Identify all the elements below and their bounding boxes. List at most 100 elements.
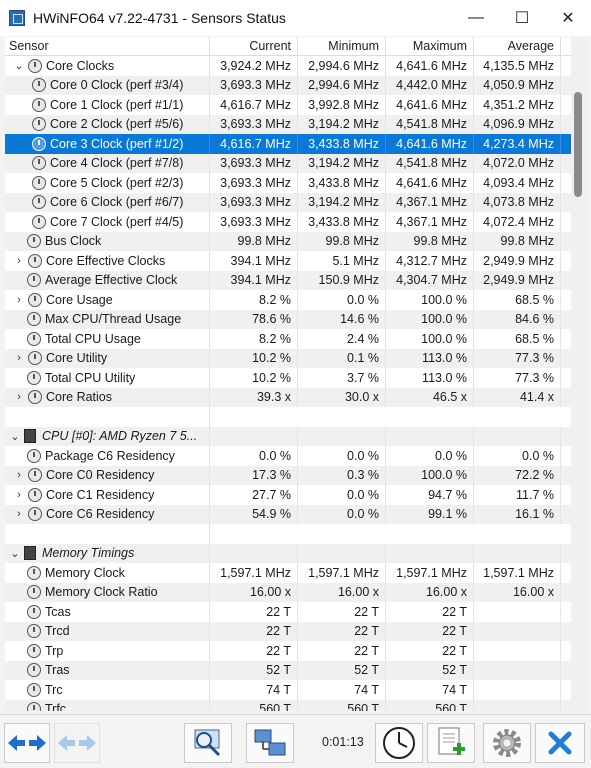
network-button[interactable] <box>246 723 294 763</box>
table-row[interactable]: Average Effective Clock 394.1 MHz 150.9 MH… <box>5 270 571 290</box>
sensor-name: Core Clocks <box>46 58 115 73</box>
chevron-down-icon[interactable]: ⌄ <box>9 430 21 443</box>
reset-clock-button[interactable] <box>375 723 423 763</box>
table-row[interactable]: › Core Usage 8.2 % 0.0 % 100.0 % 68.5 % <box>5 290 571 310</box>
sensor-gauge-icon <box>32 136 46 151</box>
chevron-right-icon[interactable]: › <box>13 391 25 403</box>
table-row[interactable]: Trp 22 T 22 T 22 T <box>5 641 571 661</box>
scrollbar-thumb[interactable] <box>574 92 582 197</box>
value-average <box>474 699 561 711</box>
table-row[interactable]: Core 7 Clock (perf #4/5) 3,693.3 MHz 3,433… <box>5 212 571 232</box>
chevron-down-icon[interactable]: ⌄ <box>13 59 25 72</box>
sensor-table: Sensor Current Minimum Maximum Average ⌄… <box>5 37 571 711</box>
table-row[interactable]: Total CPU Utility 10.2 % 3.7 % 113.0 % 77.3 … <box>5 368 571 388</box>
sensor-name-cell: Core 1 Clock (perf #1/1) <box>5 95 210 115</box>
value-minimum: 22 T <box>298 641 386 661</box>
table-row[interactable]: Core 6 Clock (perf #6/7) 3,693.3 MHz 3,194… <box>5 192 571 212</box>
value-maximum: 113.0 % <box>386 368 474 388</box>
sensor-group-row[interactable]: ⌄ CPU [#0]: AMD Ryzen 7 5... <box>5 426 571 446</box>
table-row[interactable]: Trfc 560 T 560 T 560 T <box>5 699 571 711</box>
value-average: 72.2 % <box>474 465 561 485</box>
value-current <box>210 543 298 563</box>
column-header-minimum[interactable]: Minimum <box>298 37 386 55</box>
table-row[interactable]: › Core Utility 10.2 % 0.1 % 113.0 % 77.3 % <box>5 348 571 368</box>
table-row[interactable]: ⌄ Core Clocks 3,924.2 MHz 2,994.6 MHz 4,641.… <box>5 56 571 76</box>
value-average: 0.0 % <box>474 446 561 466</box>
value-average: 11.7 % <box>474 485 561 505</box>
sensor-name: Core 5 Clock (perf #2/3) <box>50 175 184 190</box>
sensor-name: Core C0 Residency <box>46 468 155 483</box>
sensor-name: Trc <box>45 682 63 697</box>
close-sensors-button[interactable] <box>535 723 585 763</box>
maximize-button[interactable]: ☐ <box>499 0 545 36</box>
table-row[interactable]: Bus Clock 99.8 MHz 99.8 MHz 99.8 MHz 99.8 MH… <box>5 231 571 251</box>
table-row[interactable]: Total CPU Usage 8.2 % 2.4 % 100.0 % 68.5 % <box>5 329 571 349</box>
sensor-name: Core 7 Clock (perf #4/5) <box>50 214 184 229</box>
left-right-arrows-icon <box>8 735 46 751</box>
chevron-right-icon[interactable]: › <box>13 469 25 481</box>
table-row[interactable]: Tcas 22 T 22 T 22 T <box>5 602 571 622</box>
table-row[interactable]: Core 4 Clock (perf #7/8) 3,693.3 MHz 3,194… <box>5 153 571 173</box>
vertical-scrollbar[interactable] <box>571 37 586 711</box>
chevron-right-icon[interactable]: › <box>13 255 25 267</box>
value-maximum: 22 T <box>386 621 474 641</box>
value-average: 4,073.8 MHz <box>474 192 561 212</box>
column-header-maximum[interactable]: Maximum <box>386 37 474 55</box>
chevron-down-icon[interactable]: ⌄ <box>9 547 21 560</box>
close-window-button[interactable]: ✕ <box>545 0 591 36</box>
column-header-current[interactable]: Current <box>210 37 298 55</box>
left-right-arrows-disabled-icon <box>58 735 96 751</box>
table-row[interactable]: Trcd 22 T 22 T 22 T <box>5 621 571 641</box>
sensor-name-cell: › Core C6 Residency <box>5 504 210 524</box>
nav-arrows-disabled-button[interactable] <box>54 723 100 763</box>
sensor-search-button[interactable] <box>184 723 232 763</box>
sensor-name-cell: › Core Usage <box>5 290 210 310</box>
value-average: 4,273.4 MHz <box>474 134 561 154</box>
table-row[interactable]: Core 5 Clock (perf #2/3) 3,693.3 MHz 3,433… <box>5 173 571 193</box>
table-row[interactable]: Core 0 Clock (perf #3/4) 3,693.3 MHz 2,994… <box>5 75 571 95</box>
table-row[interactable]: Memory Clock Ratio 16.00 x 16.00 x 16.00 x1… <box>5 582 571 602</box>
table-row[interactable]: Core 2 Clock (perf #5/6) 3,693.3 MHz 3,194… <box>5 114 571 134</box>
table-row[interactable]: Core 1 Clock (perf #1/1) 4,616.7 MHz 3,992… <box>5 95 571 115</box>
sensor-gauge-icon <box>32 175 46 190</box>
sensor-name-cell: ⌄ Core Clocks <box>5 56 210 76</box>
column-header-average[interactable]: Average <box>474 37 561 55</box>
chevron-right-icon[interactable]: › <box>13 294 25 306</box>
table-row[interactable]: Tras 52 T 52 T 52 T <box>5 660 571 680</box>
settings-button[interactable] <box>483 723 531 763</box>
spacer-row <box>5 524 571 544</box>
log-add-button[interactable] <box>427 723 475 763</box>
value-minimum: 16.00 x <box>298 582 386 602</box>
minimize-button[interactable]: — <box>453 0 499 36</box>
value-minimum: 1,597.1 MHz <box>298 563 386 583</box>
nav-arrows-button[interactable] <box>4 723 50 763</box>
chevron-right-icon[interactable]: › <box>13 508 25 520</box>
sensor-group-row[interactable]: ⌄ Memory Timings <box>5 543 571 563</box>
table-row[interactable]: Core 3 Clock (perf #1/2) 4,616.7 MHz 3,433… <box>5 134 571 154</box>
table-row[interactable]: › Core C1 Residency 27.7 % 0.0 % 94.7 % 11.7 … <box>5 485 571 505</box>
chevron-right-icon[interactable]: › <box>13 352 25 364</box>
table-row[interactable]: › Core Effective Clocks 394.1 MHz 5.1 MHz 4,… <box>5 251 571 271</box>
sensor-name-cell: Core 4 Clock (perf #7/8) <box>5 153 210 173</box>
sensor-name: Memory Clock <box>45 565 125 580</box>
table-row[interactable]: Max CPU/Thread Usage 78.6 % 14.6 % 100.0 % 8… <box>5 309 571 329</box>
sensor-gauge-icon <box>32 156 46 171</box>
column-header-sensor[interactable]: Sensor <box>5 37 210 55</box>
value-current: 17.3 % <box>210 465 298 485</box>
table-row[interactable]: Trc 74 T 74 T 74 T <box>5 680 571 700</box>
value-current: 8.2 % <box>210 329 298 349</box>
sensor-name-cell: Core 5 Clock (perf #2/3) <box>5 173 210 193</box>
value-current: 16.00 x <box>210 582 298 602</box>
table-row[interactable]: › Core Ratios 39.3 x 30.0 x 46.5 x 41.4 x <box>5 387 571 407</box>
table-row[interactable]: Memory Clock 1,597.1 MHz 1,597.1 MHz 1,597.… <box>5 563 571 583</box>
value-current: 1,597.1 MHz <box>210 563 298 583</box>
chevron-right-icon[interactable]: › <box>13 489 25 501</box>
table-row[interactable]: › Core C0 Residency 17.3 % 0.3 % 100.0 % 72.2… <box>5 465 571 485</box>
table-row[interactable]: Package C6 Residency 0.0 % 0.0 % 0.0 % 0.0 % <box>5 446 571 466</box>
sensor-name: CPU [#0]: AMD Ryzen 7 5... <box>42 429 198 444</box>
sensor-gauge-icon <box>32 97 46 112</box>
sensor-gauge-icon <box>27 273 41 288</box>
cpu-chip-icon <box>24 546 36 561</box>
table-row[interactable]: › Core C6 Residency 54.9 % 0.0 % 99.1 % 16.1 … <box>5 504 571 524</box>
value-maximum: 100.0 % <box>386 465 474 485</box>
